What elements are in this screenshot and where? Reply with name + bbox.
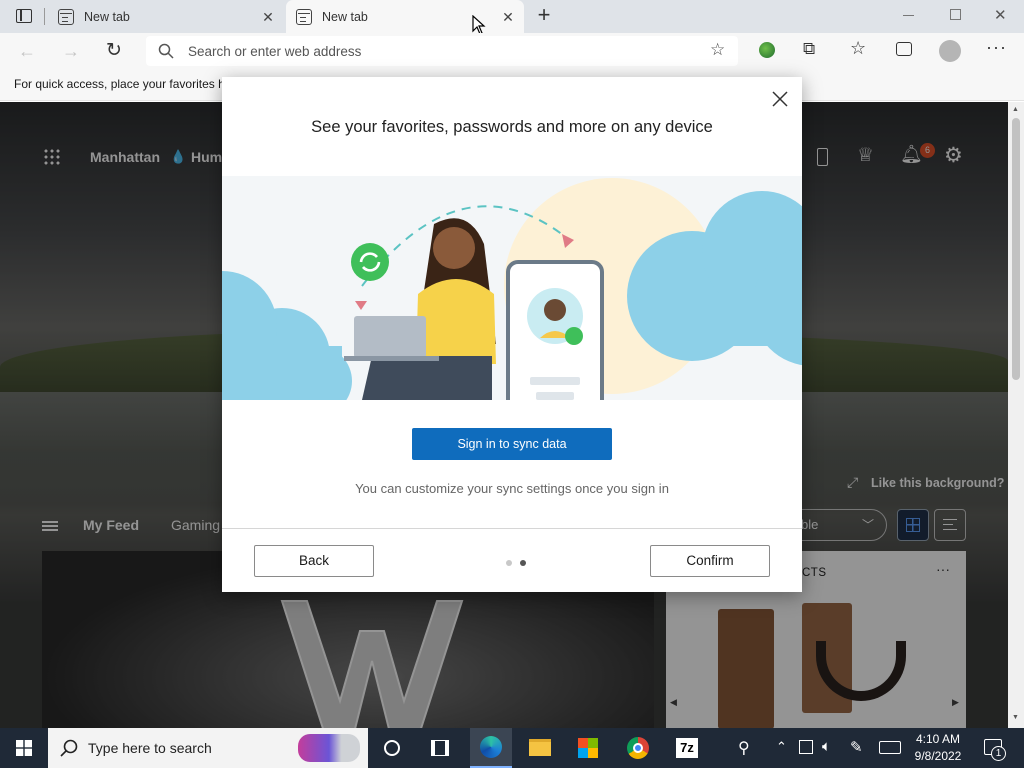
people-icon[interactable]: ⚲ <box>738 738 750 758</box>
tab-actions-icon[interactable] <box>16 9 32 23</box>
show-hidden-icons[interactable]: ⌃ <box>776 739 787 755</box>
cortana-icon[interactable] <box>384 740 400 756</box>
taskbar-search-box[interactable]: Type here to search <box>48 728 368 768</box>
task-view-icon[interactable] <box>431 740 449 756</box>
pen-icon[interactable]: ✎ <box>850 738 863 756</box>
favorites-icon[interactable]: ☆ <box>850 38 866 59</box>
close-tab-icon[interactable]: ✕ <box>260 9 276 25</box>
close-icon[interactable] <box>770 89 790 109</box>
settings-more-icon[interactable]: ··· <box>986 37 1007 58</box>
back-arrow-icon[interactable]: ← <box>18 41 36 62</box>
action-center-badge: 1 <box>991 746 1006 761</box>
network-icon[interactable] <box>799 740 813 754</box>
windows-start-icon[interactable] <box>16 740 32 756</box>
tab-new-tab-2[interactable]: New tab ✕ <box>286 0 524 33</box>
extension-globe-icon[interactable] <box>759 42 775 58</box>
sync-dialog: See your favorites, passwords and more o… <box>222 77 802 592</box>
tab-title: New tab <box>84 9 130 24</box>
search-highlight-image <box>298 734 360 762</box>
restore-button[interactable] <box>950 9 961 20</box>
add-favorite-icon[interactable]: ☆ <box>710 40 725 60</box>
volume-icon[interactable]: 🔈︎ <box>822 738 831 755</box>
new-tab-favicon-icon <box>58 8 74 25</box>
scroll-down-icon[interactable]: ▼ <box>1012 714 1019 721</box>
taskbar: Type here to search 7z ⚲ ⌃ 🔈︎ ✎ 4:10 AM … <box>0 728 1024 768</box>
clock-time[interactable]: 4:10 AM <box>908 732 968 746</box>
address-placeholder: Search or enter web address <box>188 44 362 59</box>
minimize-button[interactable] <box>903 15 914 16</box>
tab-new-tab-1[interactable]: New tab ✕ <box>48 0 284 33</box>
edge-icon <box>480 736 502 758</box>
dialog-title: See your favorites, passwords and more o… <box>311 118 713 136</box>
new-tab-button[interactable]: + <box>534 4 554 27</box>
scrollbar-thumb[interactable] <box>1012 118 1020 380</box>
tab-title: New tab <box>322 9 368 24</box>
keyboard-icon[interactable] <box>879 741 901 754</box>
favorites-bar-hint: For quick access, place your favorites h <box>14 77 225 91</box>
tab-strip: New tab ✕ New tab ✕ + ✕ <box>0 0 1024 35</box>
profile-avatar[interactable] <box>939 40 961 62</box>
new-tab-favicon-icon <box>296 8 312 25</box>
sign-in-to-sync-button[interactable]: Sign in to sync data <box>412 428 612 460</box>
toolbar: ← → ↻ Search or enter web address ☆ ⧉ ☆ … <box>0 33 1024 70</box>
7zip-icon[interactable]: 7z <box>676 738 698 758</box>
confirm-button[interactable]: Confirm <box>650 545 770 577</box>
search-icon <box>158 43 174 59</box>
taskbar-search-placeholder: Type here to search <box>88 740 212 756</box>
extensions-icon[interactable]: ⧉ <box>803 39 815 59</box>
scroll-up-icon[interactable]: ▲ <box>1012 106 1019 113</box>
search-icon <box>60 739 78 757</box>
close-tab-icon[interactable]: ✕ <box>500 9 516 25</box>
refresh-icon[interactable]: ↻ <box>106 39 122 62</box>
pager-dot-1[interactable] <box>506 560 512 566</box>
clock-date[interactable]: 9/8/2022 <box>908 749 968 763</box>
page-scrollbar[interactable]: ▲ ▼ <box>1008 102 1024 728</box>
sync-illustration <box>222 176 802 400</box>
close-window-button[interactable]: ✕ <box>994 6 1007 24</box>
dialog-divider <box>222 528 802 529</box>
tab-divider <box>44 8 45 25</box>
forward-arrow-icon[interactable]: → <box>62 41 80 62</box>
collections-icon[interactable] <box>896 42 912 56</box>
address-bar[interactable]: Search or enter web address ☆ <box>146 36 738 66</box>
edge-taskbar-button[interactable] <box>470 728 512 768</box>
sync-illustration-art <box>222 178 802 400</box>
microsoft-store-icon[interactable] <box>578 738 598 758</box>
pager-dot-2[interactable] <box>520 560 526 566</box>
file-explorer-icon[interactable] <box>529 739 551 756</box>
chrome-icon[interactable] <box>627 737 649 759</box>
sync-settings-note: You can customize your sync settings onc… <box>355 481 669 496</box>
back-button[interactable]: Back <box>254 545 374 577</box>
